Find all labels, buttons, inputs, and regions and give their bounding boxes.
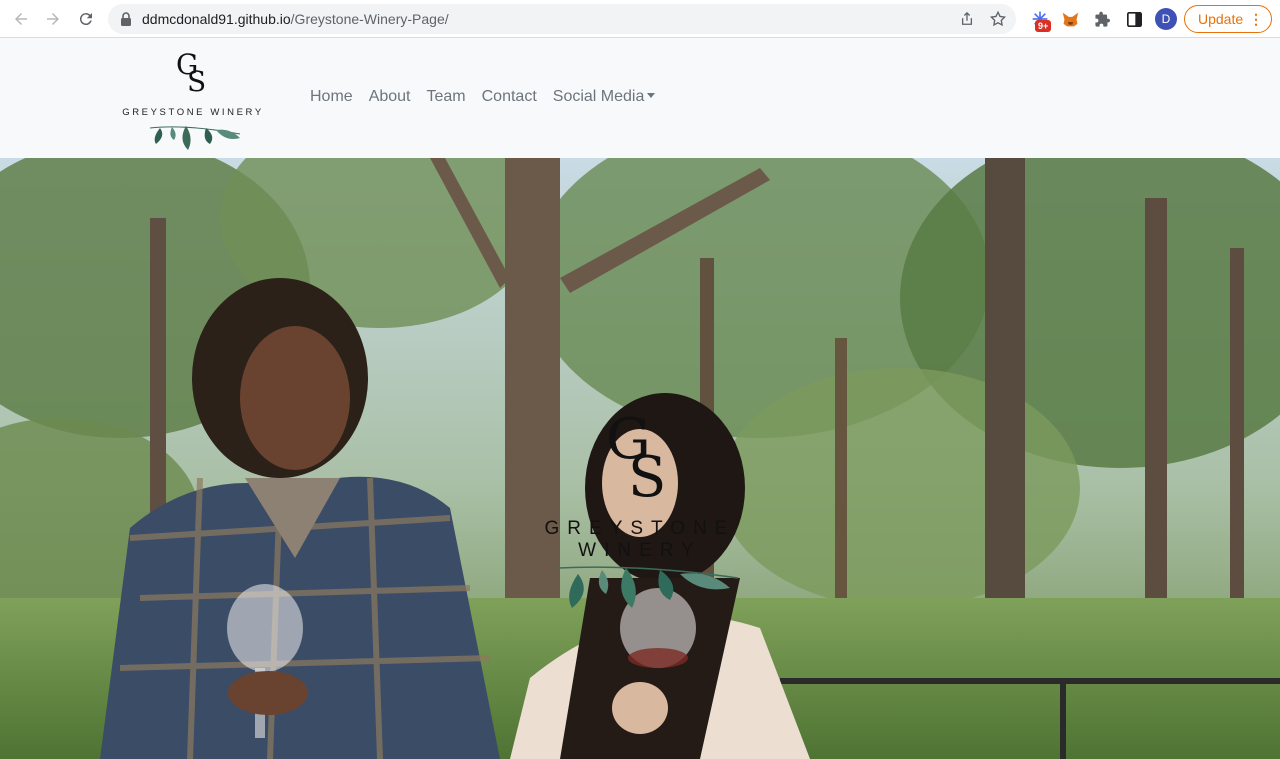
main-menu: Home About Team Contact Social Media — [310, 88, 671, 106]
share-icon[interactable] — [958, 10, 976, 28]
leaf-icon — [149, 126, 241, 150]
update-button-label[interactable]: Update — [1198, 11, 1243, 27]
svg-text:S: S — [628, 445, 666, 500]
bookmark-star-icon[interactable] — [989, 10, 1007, 28]
update-button[interactable]: Update ⋮ — [1184, 5, 1272, 33]
nav-social-media-label[interactable]: Social Media — [553, 88, 645, 105]
extension-badge: 9+ — [1035, 20, 1052, 32]
site-navbar: G S GREYSTONE WINERY Home About Team Con… — [0, 38, 1280, 158]
nav-social-media-dropdown[interactable]: Social Media — [553, 88, 656, 106]
profile-avatar[interactable]: D — [1155, 8, 1177, 30]
hero-video: G S GREYSTONE WINERY — [0, 158, 1280, 759]
address-bar[interactable]: ddmcdonald91.github.io/Greystone-Winery-… — [108, 4, 1016, 34]
nav-contact[interactable]: Contact — [482, 88, 537, 106]
lock-icon[interactable] — [120, 12, 132, 26]
brand-monogram: G S — [176, 48, 206, 94]
browser-toolbar: ddmcdonald91.github.io/Greystone-Winery-… — [0, 0, 1280, 38]
metamask-fox-icon[interactable] — [1059, 8, 1081, 30]
kebab-menu-icon[interactable]: ⋮ — [1249, 6, 1263, 32]
svg-text:S: S — [187, 65, 206, 94]
url-text[interactable]: ddmcdonald91.github.io/Greystone-Winery-… — [142, 4, 449, 34]
back-arrow-icon[interactable] — [9, 7, 33, 31]
nav-about[interactable]: About — [369, 88, 411, 106]
hero-monogram: G S — [606, 408, 666, 500]
side-panel-icon[interactable] — [1123, 8, 1145, 30]
nav-home[interactable]: Home — [310, 88, 353, 106]
reload-icon[interactable] — [74, 7, 98, 31]
brand-logo[interactable]: G S GREYSTONE WINERY — [118, 48, 268, 150]
hero-logo: G S GREYSTONE WINERY — [480, 408, 800, 608]
puzzle-icon[interactable] — [1091, 8, 1113, 30]
caret-down-icon[interactable] — [647, 93, 656, 98]
forward-arrow-icon[interactable] — [41, 7, 65, 31]
hero-leaf-icon — [557, 566, 739, 608]
nav-team[interactable]: Team — [427, 88, 466, 106]
